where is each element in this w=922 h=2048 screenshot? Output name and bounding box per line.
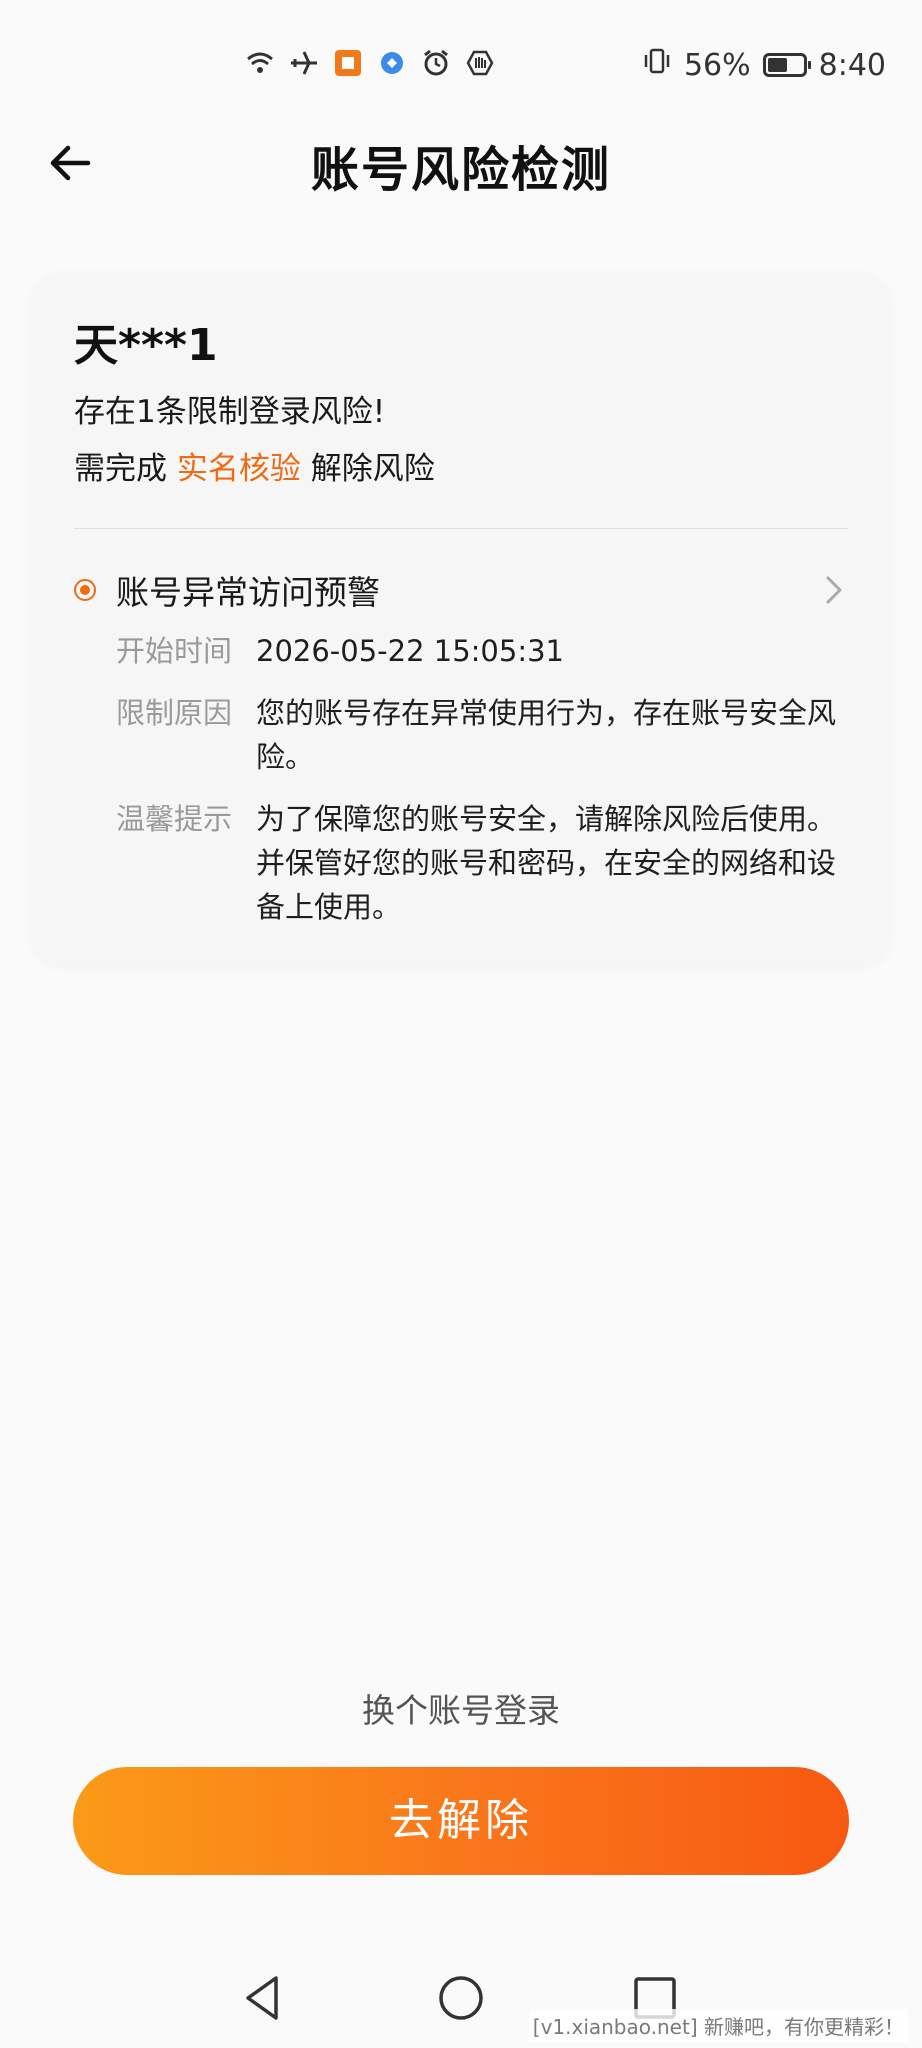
header: 账号风险检测 [0,120,922,210]
chevron-right-icon [826,576,842,604]
nav-back-button[interactable] [234,1968,294,2028]
battery-fill [767,58,787,72]
tip-value: 为了保障您的账号安全，请解除风险后使用。并保管好您的账号和密码，在安全的网络和设… [256,802,837,924]
start-time-label: 开始时间 [116,634,233,668]
app-notification-icon [333,48,363,78]
reason-value: 您的账号存在异常使用行为，存在账号安全风险。 [256,696,837,774]
risk-card: 天***1 存在1条限制登录风险! 需完成 实名核验 解除风险 账号异常访问预警… [32,273,890,965]
switch-account-link[interactable]: 换个账号登录 [0,1684,922,1732]
app-bubble-icon [377,48,407,78]
battery-percent: 56% [683,47,751,83]
action-line: 需完成 实名核验 解除风险 [74,443,435,488]
battery-icon [762,53,811,77]
action-suffix: 解除风险 [300,451,435,487]
watermark: [v1.xianbao.net] 新赚吧，有你更精彩！ [528,2009,908,2042]
radio-dot-icon [74,579,96,601]
tip-label: 温馨提示 [116,802,233,836]
reason-label: 限制原因 [116,696,233,730]
circle-home-icon [439,1976,483,2020]
action-prefix: 需完成 [74,451,177,487]
triangle-back-icon [246,1976,278,2020]
nav-home-button[interactable] [431,1968,491,2028]
status-icons [245,48,495,78]
start-time-value: 2026-05-22 15:05:31 [256,634,564,668]
wifi-icon [245,48,275,78]
airplane-icon [289,48,319,78]
tip-row: 温馨提示 为了保障您的账号安全，请解除风险后使用。并保管好您的账号和密码，在安全… [116,797,848,937]
reason-row: 限制原因 您的账号存在异常使用行为，存在账号安全风险。 [116,691,848,783]
risk-item-header[interactable]: 账号异常访问预警 [74,566,848,616]
action-highlight: 实名核验 [176,451,301,487]
vibrate-icon [642,46,672,84]
status-right: 56% 8:40 [642,46,886,84]
clock: 8:40 [818,47,886,83]
alarm-icon [421,48,451,78]
page-title: 账号风险检测 [310,142,611,198]
resolve-button[interactable]: 去解除 [73,1767,849,1875]
start-time-row: 开始时间 2026-05-22 15:05:31 [116,629,848,679]
risk-item-title: 账号异常访问预警 [116,573,380,612]
risk-summary: 存在1条限制登录风险! [74,394,386,430]
hand-icon [465,48,495,78]
divider [74,528,848,529]
account-name: 天***1 [74,320,218,371]
status-bar: 56% 8:40 [0,0,922,140]
